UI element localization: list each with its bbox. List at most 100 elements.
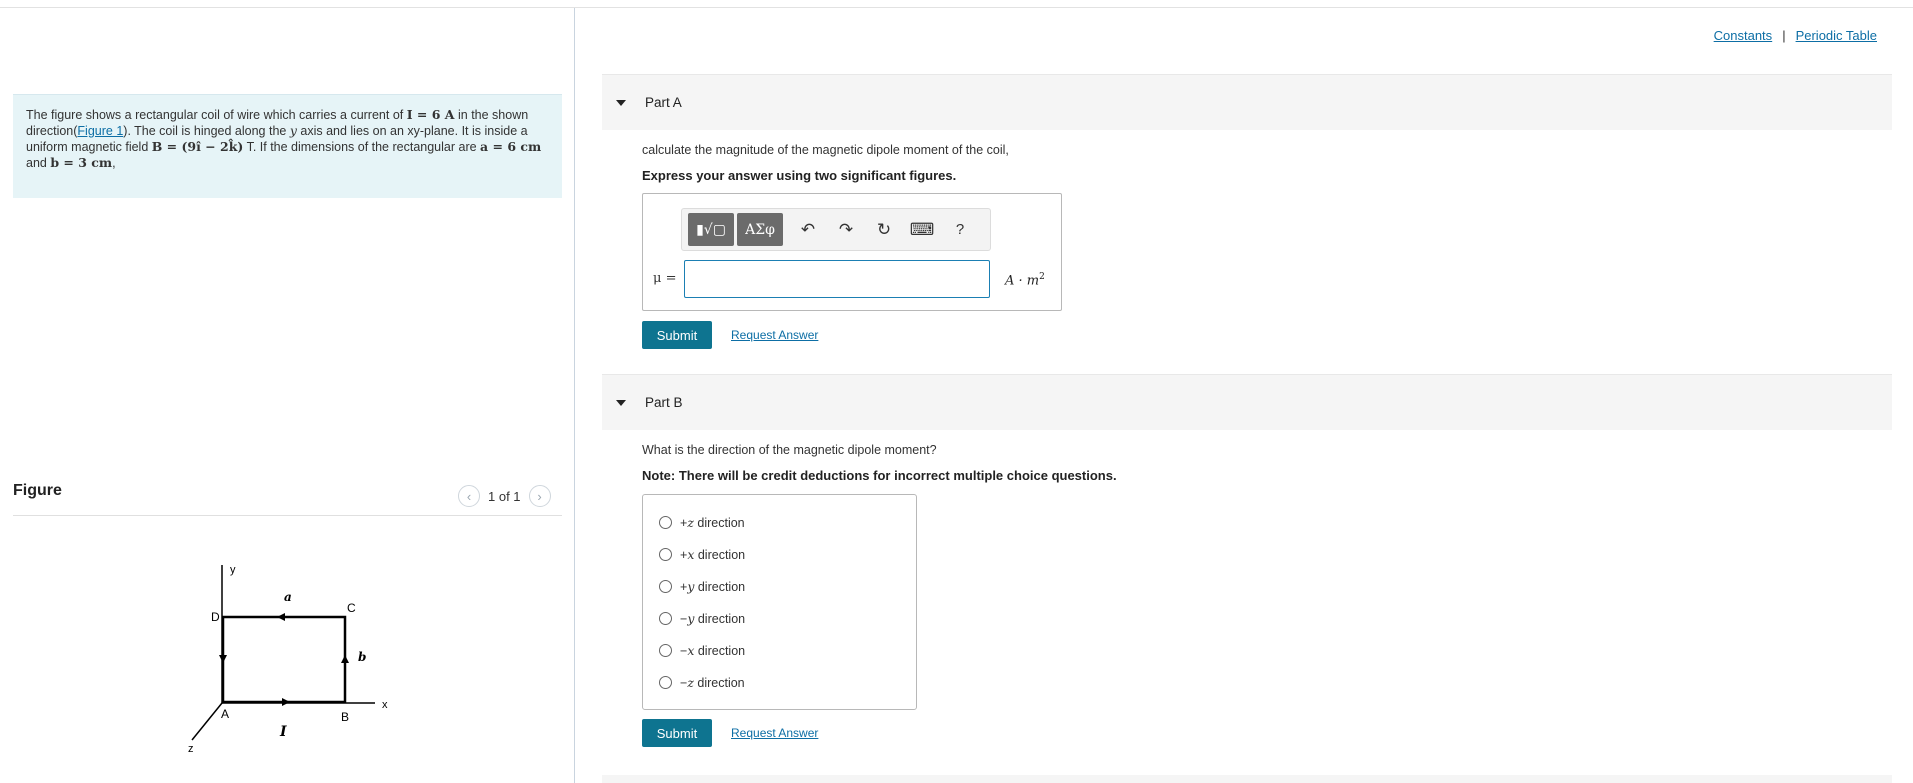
reset-icon: ↻ <box>876 219 892 239</box>
templates-icon: ▮√▢ <box>696 221 726 238</box>
help-button[interactable]: ? <box>941 213 979 246</box>
chevron-left-icon: ‹ <box>466 488 472 504</box>
part-b-request-answer-link[interactable]: Request Answer <box>731 726 818 740</box>
figure-title: Figure <box>13 482 62 499</box>
part-b-header[interactable]: Part B <box>602 374 1892 430</box>
part-a-instruction: Express your answer using two significan… <box>642 168 957 183</box>
label-a: a <box>284 590 292 604</box>
math-toolbar: ▮√▢ ΑΣφ ↶ ↷ ↻ ⌨ ? <box>681 208 991 251</box>
part-b-submit-button[interactable]: Submit <box>642 719 712 747</box>
label-C: C <box>347 601 356 615</box>
label-B: B <box>341 710 349 724</box>
part-b-instruction: Note: There will be credit deductions fo… <box>642 468 1117 483</box>
choice-label: +x direction <box>680 547 745 562</box>
dimension-b: b = 3 cm <box>50 155 113 170</box>
choice-text: direction <box>694 612 746 626</box>
collapse-triangle-icon <box>616 99 626 106</box>
choice-text: direction <box>694 580 746 594</box>
part-a-header[interactable]: Part A <box>602 74 1892 130</box>
part-a-request-answer-link[interactable]: Request Answer <box>731 328 818 342</box>
reset-button[interactable]: ↻ <box>865 213 903 246</box>
radio-button[interactable] <box>659 548 672 561</box>
undo-icon: ↶ <box>800 219 816 239</box>
choice-text: direction <box>693 516 745 530</box>
chevron-right-icon: › <box>537 488 542 504</box>
coil-figure: y x z D C A B a b I <box>188 564 388 755</box>
label-z: z <box>188 743 194 755</box>
label-D: D <box>211 610 220 624</box>
radio-button[interactable] <box>659 676 672 689</box>
part-b-label: Part B <box>645 395 683 410</box>
arrow-top <box>277 613 285 621</box>
radio-button[interactable] <box>659 644 672 657</box>
label-A: A <box>221 707 229 721</box>
intro-text-5: T. If the dimensions of the rectangular … <box>243 140 481 154</box>
label-y: y <box>230 564 236 576</box>
intro-text-1: The figure shows a rectangular coil of w… <box>26 108 407 122</box>
undo-button[interactable]: ↶ <box>789 213 827 246</box>
figure-link[interactable]: Figure 1 <box>77 124 123 138</box>
choice-minus-y[interactable]: −y direction <box>659 611 745 626</box>
radio-button[interactable] <box>659 516 672 529</box>
choice-text: direction <box>693 676 745 690</box>
next-part-strip <box>602 775 1892 783</box>
choice-text: direction <box>694 548 746 562</box>
dimension-a: a = 6 cm <box>480 139 542 154</box>
header-links: Constants | Periodic Table <box>1714 28 1877 43</box>
unit-exponent: 2 <box>1039 272 1045 282</box>
intro-and: and <box>26 156 51 170</box>
radio-button[interactable] <box>659 580 672 593</box>
answer-box: ▮√▢ ΑΣφ ↶ ↷ ↻ ⌨ ? μ = A · m2 <box>642 193 1062 311</box>
radio-button[interactable] <box>659 612 672 625</box>
keyboard-button[interactable]: ⌨ <box>903 213 941 246</box>
answer-label: μ = <box>653 271 677 286</box>
greek-symbols-button[interactable]: ΑΣφ <box>737 213 783 246</box>
part-a-label: Part A <box>645 95 682 110</box>
field-math: B = (9î − 2k̂) <box>151 139 244 154</box>
choice-text: direction <box>694 644 746 658</box>
redo-button[interactable]: ↷ <box>827 213 865 246</box>
choice-axis: z <box>687 515 694 530</box>
answer-input[interactable] <box>684 260 990 298</box>
coil-rectangle <box>221 615 347 704</box>
intro-text-3: ). The coil is hinged along the <box>123 124 290 138</box>
figure-divider <box>13 515 562 516</box>
figure-count: 1 of 1 <box>488 488 521 504</box>
z-axis-line <box>191 702 223 741</box>
choice-minus-z[interactable]: −z direction <box>659 675 745 690</box>
choice-plus-x[interactable]: +x direction <box>659 547 745 562</box>
choice-plus-y[interactable]: +y direction <box>659 579 745 594</box>
collapse-triangle-icon <box>616 399 626 406</box>
choices-box: +z direction +x direction +y direction −… <box>642 494 917 710</box>
y-variable: y <box>289 123 297 138</box>
redo-icon: ↷ <box>838 219 854 239</box>
arrow-left <box>219 655 227 663</box>
link-separator: | <box>1782 28 1786 43</box>
label-I: I <box>279 724 287 740</box>
part-b-question: What is the direction of the magnetic di… <box>642 443 937 457</box>
help-icon: ? <box>955 221 965 238</box>
label-x: x <box>382 699 388 711</box>
choice-label: +z direction <box>680 515 745 530</box>
answer-unit: A · m2 <box>1005 272 1045 288</box>
choice-label: −x direction <box>680 643 745 658</box>
questions-pane: Constants | Periodic Table Part A calculat… <box>576 8 1913 783</box>
choice-plus-z[interactable]: +z direction <box>659 515 745 530</box>
current-math: I = 6 A <box>406 107 455 122</box>
prev-figure-button[interactable]: ‹ <box>458 485 480 507</box>
choice-axis: z <box>687 675 694 690</box>
arrow-right <box>341 655 349 663</box>
next-figure-button[interactable]: › <box>528 485 551 507</box>
constants-link[interactable]: Constants <box>1714 28 1773 43</box>
choice-minus-x[interactable]: −x direction <box>659 643 745 658</box>
greek-icon: ΑΣφ <box>745 221 775 238</box>
figure-pager: ‹ 1 of 1 › <box>458 484 551 508</box>
choice-label: −z direction <box>680 675 745 690</box>
unit-text: A · m <box>1005 273 1040 289</box>
part-a-submit-button[interactable]: Submit <box>642 321 712 349</box>
keyboard-icon: ⌨ <box>909 219 935 239</box>
templates-button[interactable]: ▮√▢ <box>688 213 734 246</box>
choice-label: +y direction <box>680 579 745 594</box>
choice-label: −y direction <box>680 611 745 626</box>
periodic-table-link[interactable]: Periodic Table <box>1796 28 1877 43</box>
